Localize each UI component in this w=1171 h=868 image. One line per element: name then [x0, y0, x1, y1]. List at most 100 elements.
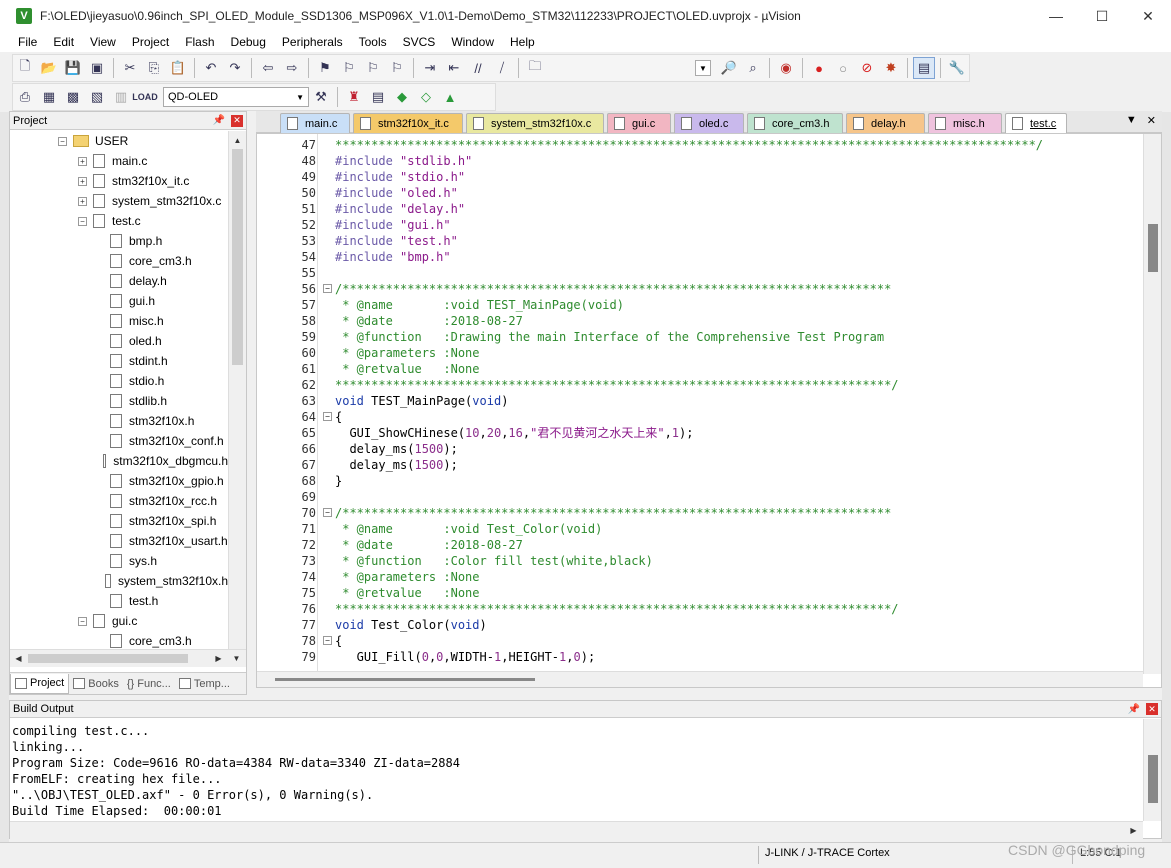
menu-window[interactable]: Window [443, 35, 502, 49]
close-tab-icon[interactable]: ✕ [1147, 114, 1156, 127]
tree-folder[interactable]: − USER [10, 131, 228, 151]
scroll-thumb[interactable] [1148, 755, 1158, 803]
close-panel-icon[interactable]: ✕ [231, 114, 243, 127]
incremental-find-icon[interactable]: ⌕ [742, 57, 764, 79]
code-line[interactable]: 77 void Test_Color(void) [257, 617, 1143, 633]
code-line[interactable]: 58 * @date :2018-08-27 [257, 313, 1143, 329]
editor-tab[interactable]: core_cm3.h [747, 113, 843, 133]
tree-file[interactable]: stm32f10x_rcc.h [10, 491, 228, 511]
menu-flash[interactable]: Flash [177, 35, 222, 49]
code-line[interactable]: 53 #include "test.h" [257, 233, 1143, 249]
code-line[interactable]: 52 #include "gui.h" [257, 217, 1143, 233]
rebuild-icon[interactable]: ▩ [62, 86, 84, 108]
open-folder-icon[interactable]: 📂 [38, 57, 60, 79]
code-line[interactable]: 63 void TEST_MainPage(void) [257, 393, 1143, 409]
select-packs-icon[interactable]: ▤ [367, 86, 389, 108]
editor-tab[interactable]: main.c [280, 113, 350, 133]
editor-hscroll[interactable] [257, 671, 1143, 687]
collapse-icon[interactable]: − [78, 616, 87, 626]
menu-view[interactable]: View [82, 35, 124, 49]
previous-bookmark-icon[interactable]: ⚐ [338, 57, 360, 79]
tree-file[interactable]: system_stm32f10x.h [10, 571, 228, 591]
build-output-vscroll[interactable] [1143, 719, 1161, 821]
event-recorder-icon[interactable]: ▲ [439, 86, 461, 108]
editor-tab[interactable]: system_stm32f10x.c [466, 113, 604, 133]
code-line[interactable]: 49 #include "stdio.h" [257, 169, 1143, 185]
comment-icon[interactable]: // [467, 57, 489, 79]
target-options-icon[interactable]: ⚒ [310, 86, 332, 108]
paste-icon[interactable]: 📋 [167, 57, 189, 79]
tab-list-dropdown-icon[interactable]: ▼ [1126, 114, 1137, 127]
batch-build-icon[interactable]: ▧ [86, 86, 108, 108]
code-line[interactable]: 76 **************************************… [257, 601, 1143, 617]
scroll-thumb[interactable] [28, 654, 188, 663]
code-line[interactable]: 64−{ [257, 409, 1143, 425]
code-line[interactable]: 67 delay_ms(1500); [257, 457, 1143, 473]
expand-icon[interactable]: + [78, 196, 87, 206]
code-line[interactable]: 54 #include "bmp.h" [257, 249, 1143, 265]
fold-toggle-icon[interactable]: − [323, 412, 332, 421]
menu-debug[interactable]: Debug [223, 35, 274, 49]
tree-file[interactable]: + stm32f10x_it.c [10, 171, 228, 191]
debug-session-icon[interactable]: ◉ [775, 57, 797, 79]
menu-svcs[interactable]: SVCS [395, 35, 444, 49]
tab-templates[interactable]: Temp... [175, 674, 234, 694]
editor-tab[interactable]: gui.c [607, 113, 671, 133]
tree-file[interactable]: core_cm3.h [10, 631, 228, 649]
tree-file[interactable]: stm32f10x_gpio.h [10, 471, 228, 491]
tab-functions[interactable]: {} Func... [123, 674, 175, 694]
scroll-thumb[interactable] [275, 678, 535, 681]
code-line[interactable]: 56−/************************************… [257, 281, 1143, 297]
fold-toggle-icon[interactable]: − [323, 636, 332, 645]
code-line[interactable]: 68} [257, 473, 1143, 489]
code-editor[interactable]: 47 **************************************… [256, 133, 1162, 688]
find-icon[interactable]: 🔎 [718, 57, 740, 79]
code-line[interactable]: 62 **************************************… [257, 377, 1143, 393]
scroll-right-arrow-icon[interactable]: ▶ [210, 650, 227, 667]
tree-file[interactable]: + main.c [10, 151, 228, 171]
copy-icon[interactable]: ⎘ [143, 57, 165, 79]
scroll-left-arrow-icon[interactable]: ◀ [10, 650, 27, 667]
menu-help[interactable]: Help [502, 35, 543, 49]
expand-icon[interactable]: + [78, 176, 87, 186]
translate-icon[interactable]: ⎙ [14, 86, 36, 108]
project-tree-vscroll[interactable]: ▲ [228, 131, 246, 649]
fold-toggle-icon[interactable]: − [323, 508, 332, 517]
new-file-icon[interactable]: 🗋 [14, 57, 36, 79]
uncomment-icon[interactable]: ⧸ [491, 57, 513, 79]
tree-file[interactable]: sys.h [10, 551, 228, 571]
scroll-thumb[interactable] [232, 149, 243, 365]
code-line[interactable]: 69 [257, 489, 1143, 505]
tab-books[interactable]: Books [69, 674, 123, 694]
window-layout-icon[interactable]: ▤ [913, 57, 935, 79]
next-bookmark-icon[interactable]: ⚐ [362, 57, 384, 79]
code-line[interactable]: 48 #include "stdlib.h" [257, 153, 1143, 169]
scroll-up-arrow-icon[interactable]: ▲ [229, 132, 246, 149]
tree-file[interactable]: bmp.h [10, 231, 228, 251]
redo-icon[interactable]: ↷ [224, 57, 246, 79]
bookmark-icon[interactable]: ⚑ [314, 57, 336, 79]
menu-project[interactable]: Project [124, 35, 177, 49]
tree-file[interactable]: gui.h [10, 291, 228, 311]
kill-breakpoints-icon[interactable]: ✸ [880, 57, 902, 79]
code-line[interactable]: 78−{ [257, 633, 1143, 649]
code-line[interactable]: 55 [257, 265, 1143, 281]
tree-file[interactable]: oled.h [10, 331, 228, 351]
unindent-icon[interactable]: ⇤ [443, 57, 465, 79]
tab-project[interactable]: Project [10, 673, 70, 694]
save-all-icon[interactable]: ▣ [86, 57, 108, 79]
collapse-icon[interactable]: − [58, 136, 67, 146]
expand-icon[interactable]: + [78, 156, 87, 166]
close-panel-icon[interactable]: ✕ [1146, 703, 1158, 715]
menu-file[interactable]: File [10, 35, 45, 49]
tree-file[interactable]: + system_stm32f10x.c [10, 191, 228, 211]
code-line[interactable]: 57 * @name :void TEST_MainPage(void) [257, 297, 1143, 313]
insert-breakpoint-icon[interactable]: ● [808, 57, 830, 79]
editor-vscroll[interactable] [1143, 134, 1161, 674]
minimize-button[interactable]: — [1033, 0, 1079, 32]
configure-wrench-icon[interactable]: 🔧 [946, 57, 968, 79]
tree-file[interactable]: stm32f10x_usart.h [10, 531, 228, 551]
code-line[interactable]: 60 * @parameters :None [257, 345, 1143, 361]
target-select[interactable]: QD-OLED ▼ [163, 87, 309, 107]
save-icon[interactable]: 💾 [62, 57, 84, 79]
